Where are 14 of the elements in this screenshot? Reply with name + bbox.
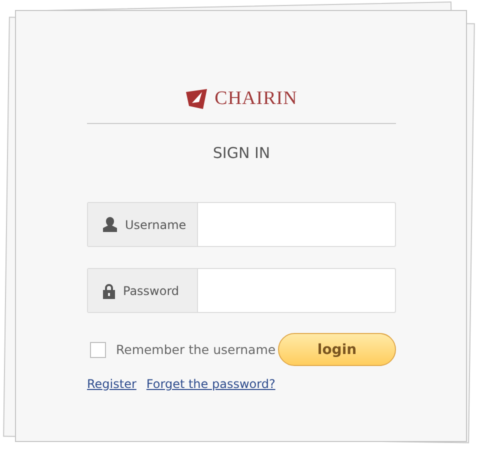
user-icon [102, 217, 118, 232]
checkbox-label: Remember the username [116, 342, 276, 357]
field-label: Password [123, 284, 180, 298]
link[interactable]: Forget the password? [146, 377, 276, 391]
checkbox[interactable] [90, 342, 106, 358]
lock-icon [102, 282, 116, 298]
logo-text: CHAIRIN [214, 88, 298, 110]
sign-in-heading: SIGN IN [212, 144, 272, 162]
login-button[interactable]: login [278, 333, 396, 366]
logo-icon [186, 89, 207, 109]
input-field[interactable]: Username [87, 202, 396, 247]
field-label: Username [125, 218, 186, 232]
input-field[interactable]: Password [87, 268, 396, 313]
link[interactable]: Register [87, 377, 136, 391]
